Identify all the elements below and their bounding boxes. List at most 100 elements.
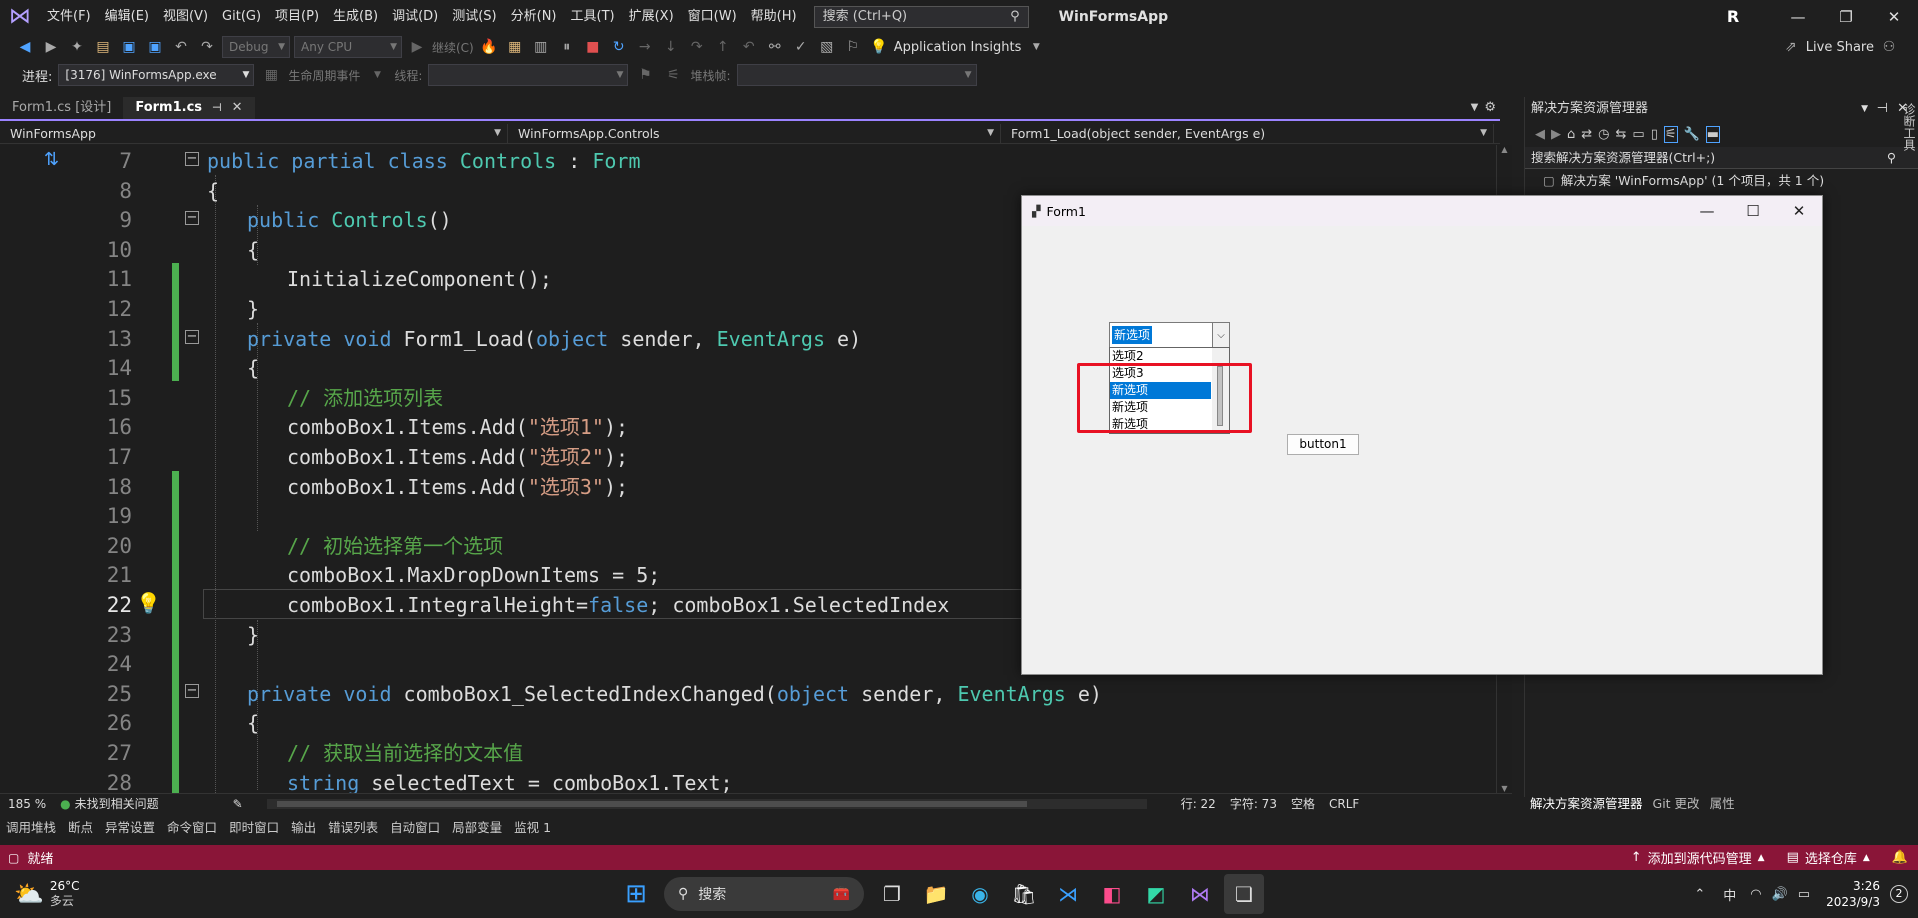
properties-wrench-icon[interactable]: 🔧	[1684, 127, 1700, 142]
tab-watch-1[interactable]: 监视 1	[508, 817, 557, 836]
tab-immediate-window[interactable]: 即时窗口	[223, 817, 285, 836]
restore-icon[interactable]: ❐	[1822, 0, 1870, 33]
open-file-icon[interactable]: ▤	[92, 36, 114, 58]
menu-test[interactable]: 测试(S)	[445, 0, 503, 33]
menu-window[interactable]: 窗口(W)	[681, 0, 744, 33]
notification-badge[interactable]: 2	[1890, 885, 1908, 903]
member-nav-select[interactable]: Form1_Load(object sender, EventArgs e) ▼	[1001, 123, 1494, 143]
redo-icon[interactable]: ↷	[196, 36, 218, 58]
vscode-icon[interactable]: ⋊	[1048, 874, 1088, 914]
spell-check-icon[interactable]: ✓	[790, 36, 812, 58]
forward-icon[interactable]: ▶	[1551, 127, 1561, 142]
tab-autos[interactable]: 自动窗口	[384, 817, 446, 836]
zoom-level[interactable]: 185 %	[8, 797, 46, 811]
menu-analyze[interactable]: 分析(N)	[504, 0, 564, 33]
preview-icon[interactable]: ▬	[1705, 125, 1721, 143]
hot-reload-settings-icon[interactable]: ↶	[738, 36, 760, 58]
switch-view-icon[interactable]: ⇄	[1581, 127, 1592, 142]
menu-view[interactable]: 视图(V)	[156, 0, 215, 33]
sync-icon[interactable]: ⇆	[1616, 127, 1627, 142]
combobox1-text[interactable]: 新选项	[1112, 326, 1153, 344]
save-icon[interactable]: ▣	[118, 36, 140, 58]
global-search-box[interactable]: 搜索 (Ctrl+Q) ⚲	[813, 5, 1029, 28]
save-all-icon[interactable]: ▣	[144, 36, 166, 58]
tab-form1-code[interactable]: Form1.cs ⊣ ✕	[123, 97, 255, 119]
solution-search-box[interactable]: 搜索解决方案资源管理器(Ctrl+;) ⚲	[1525, 147, 1918, 169]
class-nav-select[interactable]: WinFormsApp.Controls ▼	[508, 123, 1001, 143]
pause-icon[interactable]: ⏸	[556, 36, 578, 58]
back-icon[interactable]: ◀	[14, 36, 36, 58]
panel-options-icon[interactable]: ▼	[1861, 97, 1868, 121]
user-avatar[interactable]: R	[1722, 6, 1744, 28]
issues-status[interactable]: 未找到相关问题	[75, 795, 159, 812]
battery-icon[interactable]: ▭	[1798, 887, 1810, 902]
tab-form1-designer[interactable]: Form1.cs [设计]	[0, 97, 123, 119]
form-minimize-icon[interactable]: —	[1684, 196, 1730, 226]
continue-button[interactable]: 继续(C)	[432, 39, 474, 56]
tab-error-list[interactable]: 错误列表	[322, 817, 384, 836]
live-share-button[interactable]: Live Share	[1806, 40, 1874, 55]
collapse-all-icon[interactable]: ▭	[1632, 127, 1644, 142]
wifi-icon[interactable]: ◠	[1750, 887, 1761, 902]
intellij-icon[interactable]: ◧	[1092, 874, 1132, 914]
taskbar-search[interactable]: ⚲ 搜索 🧰	[664, 877, 864, 911]
show-all-files-icon[interactable]: ▯	[1651, 127, 1658, 142]
menu-debug[interactable]: 调试(D)	[385, 0, 445, 33]
tab-exception-settings[interactable]: 异常设置	[99, 817, 161, 836]
line-ending-indicator[interactable]: CRLF	[1329, 797, 1359, 811]
add-to-source-control-button[interactable]: 添加到源代码管理	[1648, 848, 1752, 867]
visual-studio-logo-icon[interactable]: ⋈	[0, 0, 40, 33]
code-line[interactable]: 26 {	[0, 709, 1512, 739]
feedback-icon[interactable]: ⚇	[1878, 36, 1900, 58]
restart-icon[interactable]: ↻	[608, 36, 630, 58]
column-indicator[interactable]: 字符: 73	[1230, 795, 1277, 812]
menu-help[interactable]: 帮助(H)	[744, 0, 804, 33]
solution-tree-item[interactable]: ▢ 解决方案 'WinFormsApp' (1 个项目，共 1 个)	[1525, 169, 1918, 193]
tab-locals[interactable]: 局部变量	[446, 817, 508, 836]
output-icon[interactable]: ▢	[8, 851, 19, 865]
thread-select[interactable]: ▼	[428, 64, 629, 86]
back-icon[interactable]: ◀	[1535, 127, 1545, 142]
menu-edit[interactable]: 编辑(E)	[98, 0, 156, 33]
forward-icon[interactable]: ▶	[40, 36, 62, 58]
step-out-icon[interactable]: ↑	[712, 36, 734, 58]
tab-output[interactable]: 输出	[285, 817, 322, 836]
step-into-icon[interactable]: ↓	[660, 36, 682, 58]
task-view-icon[interactable]: ❐	[872, 874, 912, 914]
new-project-icon[interactable]: ✦	[66, 36, 88, 58]
start-windows-icon[interactable]: ⊞	[616, 874, 656, 914]
tab-call-stack[interactable]: 调用堆栈	[0, 817, 62, 836]
process-select[interactable]: [3176] WinFormsApp.exe ▼	[58, 64, 255, 86]
menu-git[interactable]: Git(G)	[215, 0, 268, 33]
lifecycle-events-button[interactable]: 生命周期事件	[288, 67, 360, 84]
insights-icon[interactable]: 💡	[868, 36, 890, 58]
stackframe-select[interactable]: ▼	[736, 64, 977, 86]
home-icon[interactable]: ⌂	[1567, 127, 1575, 142]
combobox1[interactable]: 新选项 ⌵	[1109, 322, 1230, 348]
notifications-icon[interactable]: 🔔	[1892, 850, 1908, 865]
show-next-statement-icon[interactable]: →	[634, 36, 656, 58]
chevron-down-icon[interactable]: ⌵	[1212, 323, 1229, 347]
continue-icon[interactable]: ▶	[406, 36, 428, 58]
code-line[interactable]: 27 // 获取当前选择的文本值	[0, 739, 1512, 769]
lifecycle-icon[interactable]: ▦	[260, 64, 282, 86]
scroll-down-icon[interactable]: ▼	[1497, 784, 1512, 793]
filter-icon[interactable]: ⚟	[1663, 125, 1678, 143]
pin-icon[interactable]: ⊣	[212, 97, 222, 119]
edge-browser-icon[interactable]: ◉	[960, 874, 1000, 914]
visual-studio-icon[interactable]: ⋈	[1180, 874, 1220, 914]
menu-build[interactable]: 生成(B)	[326, 0, 385, 33]
datagrip-icon[interactable]: ◩	[1136, 874, 1176, 914]
live-share-icon[interactable]: ⇗	[1780, 36, 1802, 58]
weather-widget[interactable]: ⛅ 26°C 多云	[14, 879, 614, 909]
menu-tools[interactable]: 工具(T)	[564, 0, 622, 33]
folder-icon[interactable]: ▦	[504, 36, 526, 58]
chevron-down-icon[interactable]: ▼	[1025, 36, 1047, 58]
filter-icon[interactable]: ⚟	[662, 64, 684, 86]
comment-icon[interactable]: ▧	[816, 36, 838, 58]
button1[interactable]: button1	[1287, 434, 1359, 455]
bookmark-icon[interactable]: ⚐	[842, 36, 864, 58]
whitespace-indicator[interactable]: 空格	[1291, 795, 1315, 812]
menu-project[interactable]: 项目(P)	[268, 0, 326, 33]
pending-changes-icon[interactable]: ◷	[1598, 127, 1609, 142]
